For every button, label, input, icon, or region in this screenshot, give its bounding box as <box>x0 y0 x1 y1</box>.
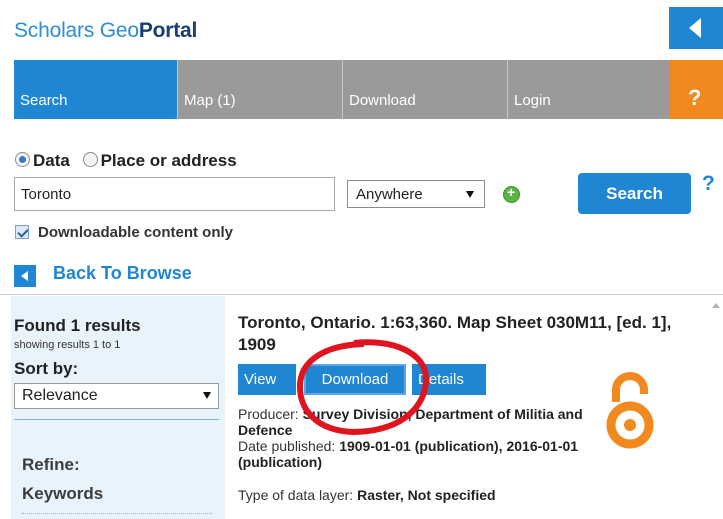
type-label: Type of data layer: <box>238 487 358 503</box>
tab-login-label: Login <box>514 92 551 109</box>
type-value: Raster, Not specified <box>357 487 496 503</box>
divider <box>14 419 219 420</box>
downloadable-label: Downloadable content only <box>38 224 234 241</box>
sort-select[interactable]: Relevance <box>14 383 219 409</box>
app-logo[interactable]: Scholars GeoPortal <box>14 19 197 43</box>
tab-search[interactable]: Search <box>14 60 177 119</box>
radio-data[interactable] <box>15 152 30 167</box>
tab-download-label: Download <box>349 92 416 109</box>
help-button[interactable]: ? <box>670 60 723 119</box>
results-range: showing results 1 to 1 <box>14 339 121 351</box>
search-help-icon[interactable]: ? <box>702 172 715 196</box>
result-type: Type of data layer: Raster, Not specifie… <box>238 487 638 503</box>
sort-value: Relevance <box>22 387 98 404</box>
logo-text-2: Portal <box>138 19 198 42</box>
downloadable-checkbox[interactable] <box>15 225 29 239</box>
collapse-panel-button[interactable] <box>669 7 723 49</box>
scope-select[interactable]: Anywhere <box>347 180 485 208</box>
highlight-ellipse <box>296 339 430 436</box>
date-label: Date published: <box>238 438 340 454</box>
tab-search-label: Search <box>20 92 68 109</box>
tab-login[interactable]: Login <box>507 60 670 119</box>
radio-place-label[interactable]: Place or address <box>101 151 237 170</box>
search-type-options: Data Place or address <box>15 151 237 171</box>
search-button[interactable]: Search <box>578 173 691 214</box>
dropdown-arrow-icon <box>203 392 211 399</box>
scope-value: Anywhere <box>356 186 423 203</box>
results-count: Found 1 results <box>14 316 141 335</box>
keywords-facet[interactable]: Keywords <box>22 484 103 504</box>
tab-map-label: Map (1) <box>184 92 236 109</box>
help-label: ? <box>688 85 702 110</box>
back-to-browse-label: Back To Browse <box>53 263 192 283</box>
tab-download[interactable]: Download <box>342 60 507 119</box>
divider <box>22 513 212 514</box>
radio-place[interactable] <box>82 152 98 167</box>
results-sidebar: Found 1 results showing results 1 to 1 S… <box>11 296 225 519</box>
refine-heading: Refine: <box>22 455 80 474</box>
view-button[interactable]: View <box>238 364 296 395</box>
producer-label: Producer: <box>238 406 303 422</box>
tab-map[interactable]: Map (1) <box>177 60 342 119</box>
scroll-up-arrow-icon[interactable] <box>712 303 720 308</box>
radio-data-label[interactable]: Data <box>33 151 70 170</box>
main-nav: Search Map (1) Download Login ? <box>14 60 723 119</box>
dropdown-arrow-icon <box>466 191 474 198</box>
open-access-icon <box>606 372 654 449</box>
result-date: Date published: 1909-01-01 (publication)… <box>238 438 638 470</box>
back-arrow-icon <box>14 265 36 287</box>
chevron-left-icon <box>689 18 701 38</box>
search-input[interactable] <box>14 177 335 211</box>
downloadable-filter[interactable]: Downloadable content only <box>15 224 233 241</box>
sort-label: Sort by: <box>14 359 79 378</box>
add-criteria-icon[interactable] <box>503 184 520 203</box>
logo-text-1: Scholars Geo <box>14 19 139 42</box>
